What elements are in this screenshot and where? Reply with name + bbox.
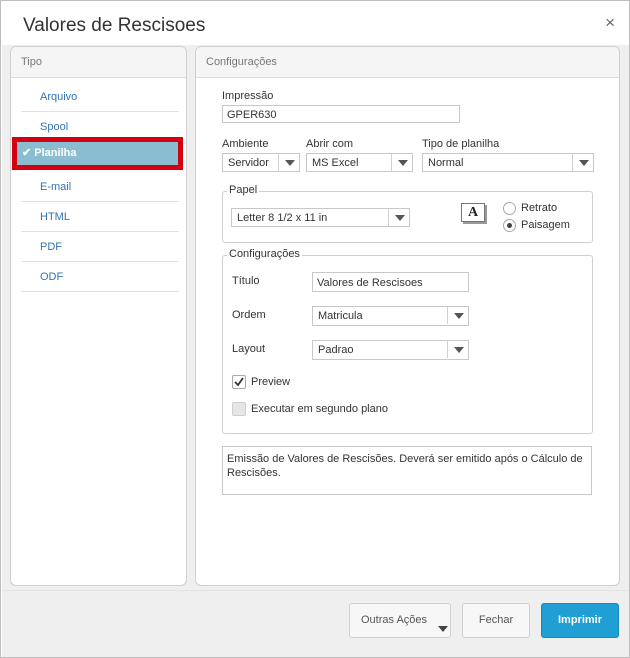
ambiente-value: Servidor (228, 157, 269, 169)
abrir-com-value: MS Excel (312, 157, 359, 169)
abrir-com-label: Abrir com (306, 138, 354, 150)
layout-select[interactable]: Padrao (312, 340, 469, 360)
preview-label: Preview (251, 376, 291, 388)
papel-size-value: Letter 8 1/2 x 11 in (237, 212, 328, 224)
retrato-label: Retrato (521, 202, 558, 214)
chevron-down-icon (572, 154, 593, 171)
dialog-window: Valores de Rescisoes × Tipo Arquivo Spoo… (0, 0, 630, 658)
tipo-header: Tipo (11, 47, 186, 78)
tipo-panel: Tipo Arquivo Spool E-mail HTML PDF ODF (10, 46, 187, 586)
tipo-planilha-select[interactable]: Normal (422, 153, 594, 172)
ordem-label: Ordem (232, 309, 266, 321)
impressao-label: Impressão (222, 90, 274, 102)
segundo-plano-checkbox[interactable] (232, 402, 246, 416)
chevron-down-icon (391, 154, 412, 171)
impressao-input[interactable]: GPER630 (222, 105, 460, 123)
chevron-down-icon (278, 154, 299, 171)
tipo-item-planilha[interactable]: ✔ Planilha (12, 137, 183, 170)
tipo-item-arquivo[interactable]: Arquivo (21, 83, 179, 112)
preview-checkbox[interactable] (232, 375, 246, 389)
configuracoes-panel: Configurações Impressão GPER630 Ambiente… (195, 46, 620, 586)
configuracoes-legend: Configurações (227, 248, 302, 260)
outras-acoes-label: Outras Ações (361, 614, 428, 626)
layout-value: Padrao (318, 344, 354, 356)
papel-fieldset: Papel Letter 8 1/2 x 11 in A Retrato Pai… (222, 184, 593, 243)
configuracoes-fieldset: Configurações Título Valores de Rescisoe… (222, 248, 593, 434)
ambiente-select[interactable]: Servidor (222, 153, 300, 172)
checkmark-icon: ✔ (22, 147, 32, 159)
ambiente-label: Ambiente (222, 138, 269, 150)
layout-label: Layout (232, 343, 266, 355)
papel-size-select[interactable]: Letter 8 1/2 x 11 in (231, 208, 410, 227)
segundo-plano-label: Executar em segundo plano (251, 403, 388, 415)
outras-acoes-button[interactable]: Outras Ações (349, 603, 451, 638)
descricao-textarea[interactable]: Emissão de Valores de Rescisões. Deverá … (222, 446, 592, 495)
tipo-item-odf[interactable]: ODF (21, 263, 179, 292)
dialog-footer: Outras Ações Fechar Imprimir (2, 590, 629, 657)
titulo-label: Título (232, 275, 260, 287)
retrato-radio[interactable] (503, 202, 516, 215)
tipo-planilha-label: Tipo de planilha (422, 138, 500, 150)
tipo-item-planilha-label: Planilha (34, 147, 77, 159)
imprimir-button[interactable]: Imprimir (541, 603, 619, 638)
dialog-title: Valores de Rescisoes (23, 15, 206, 36)
titulo-input[interactable]: Valores de Rescisoes (312, 272, 469, 292)
fechar-button[interactable]: Fechar (462, 603, 530, 638)
paisagem-label: Paisagem (521, 219, 570, 231)
title-bar: Valores de Rescisoes × (1, 1, 629, 45)
caret-down-icon (438, 626, 448, 632)
configuracoes-header: Configurações (196, 47, 619, 78)
dialog-body: Tipo Arquivo Spool E-mail HTML PDF ODF ✔… (2, 45, 629, 590)
tipo-item-pdf[interactable]: PDF (21, 233, 179, 262)
chevron-down-icon (447, 307, 468, 324)
papel-legend: Papel (227, 184, 260, 196)
checkmark-icon (234, 377, 244, 387)
abrir-com-select[interactable]: MS Excel (306, 153, 413, 172)
chevron-down-icon (447, 341, 468, 358)
close-icon[interactable]: × (605, 13, 615, 33)
tipo-planilha-value: Normal (428, 157, 464, 169)
tipo-item-email[interactable]: E-mail (21, 173, 179, 202)
paisagem-radio[interactable] (503, 219, 516, 232)
tipo-item-html[interactable]: HTML (21, 203, 179, 232)
page-orientation-icon: A (461, 203, 485, 222)
ordem-select[interactable]: Matricula (312, 306, 469, 326)
ordem-value: Matricula (318, 310, 363, 322)
chevron-down-icon (388, 209, 409, 226)
